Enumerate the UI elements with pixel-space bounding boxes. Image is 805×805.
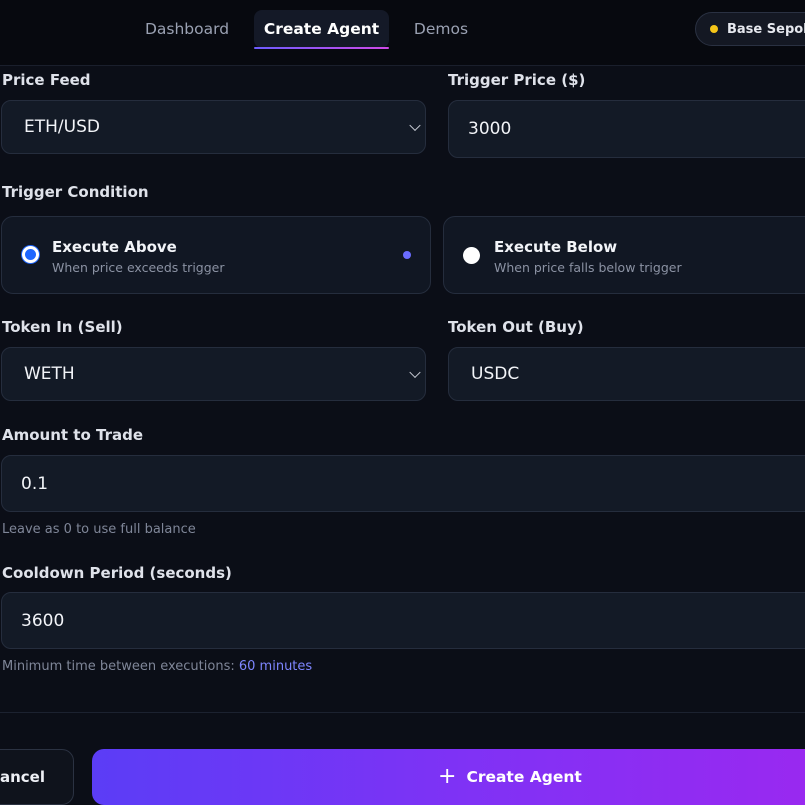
footer-divider	[0, 712, 805, 713]
amount-hint: Leave as 0 to use full balance	[2, 522, 196, 537]
create-agent-label: Create Agent	[466, 768, 582, 786]
price-feed-value: ETH/USD	[24, 117, 100, 137]
option-title: Execute Above	[52, 238, 177, 256]
cooldown-label: Cooldown Period (seconds)	[2, 564, 232, 582]
option-execute-above[interactable]: Execute Above When price exceeds trigger	[1, 216, 431, 294]
tab-create-agent[interactable]: Create Agent	[254, 10, 389, 49]
token-in-value: WETH	[24, 364, 75, 384]
amount-input[interactable]: 0.1	[1, 455, 805, 512]
chevron-down-icon	[409, 119, 421, 132]
radio-unselected-icon[interactable]	[463, 247, 480, 264]
amount-label: Amount to Trade	[2, 426, 144, 444]
price-feed-label: Price Feed	[2, 71, 91, 89]
cooldown-hint-minutes: 60 minutes	[238, 659, 313, 674]
trigger-condition-label: Trigger Condition	[2, 183, 149, 201]
token-in-label: Token In (Sell)	[2, 318, 123, 336]
amount-value: 0.1	[21, 473, 49, 494]
option-subtitle: When price exceeds trigger	[52, 260, 225, 275]
cooldown-hint: Minimum time between executions: 60 minu…	[2, 659, 312, 674]
cooldown-input[interactable]: 3600	[1, 592, 805, 649]
cooldown-hint-text: Minimum time between executions:	[2, 659, 239, 674]
token-out-select[interactable]: USDC	[448, 347, 805, 401]
trigger-price-input[interactable]: 3000	[448, 100, 805, 158]
option-execute-below[interactable]: Execute Below When price falls below tri…	[443, 216, 805, 294]
selected-indicator-dot	[403, 251, 411, 259]
option-title: Execute Below	[494, 238, 618, 256]
token-in-select[interactable]: WETH	[1, 347, 426, 401]
radio-selected-icon[interactable]	[22, 246, 39, 263]
tab-dashboard[interactable]: Dashboard	[128, 10, 246, 48]
trigger-price-label: Trigger Price ($)	[448, 71, 586, 89]
token-out-value: USDC	[471, 364, 520, 384]
network-badge[interactable]: Base Sepolia	[695, 12, 805, 46]
top-nav: Dashboard Create Agent Demos Base Sepoli…	[0, 0, 805, 66]
token-out-label: Token Out (Buy)	[448, 318, 584, 336]
tab-demos[interactable]: Demos	[397, 10, 485, 48]
option-subtitle: When price falls below trigger	[494, 260, 682, 275]
create-agent-button[interactable]: + Create Agent	[92, 749, 805, 805]
cancel-label: Cancel	[0, 768, 45, 786]
network-name: Base Sepolia	[727, 21, 805, 37]
cancel-button[interactable]: Cancel	[0, 749, 74, 805]
network-status-dot	[710, 25, 718, 33]
plus-icon: +	[438, 764, 457, 789]
chevron-down-icon	[409, 366, 421, 379]
cooldown-value: 3600	[21, 610, 65, 631]
trigger-price-value: 3000	[468, 119, 512, 139]
price-feed-select[interactable]: ETH/USD	[1, 100, 426, 154]
